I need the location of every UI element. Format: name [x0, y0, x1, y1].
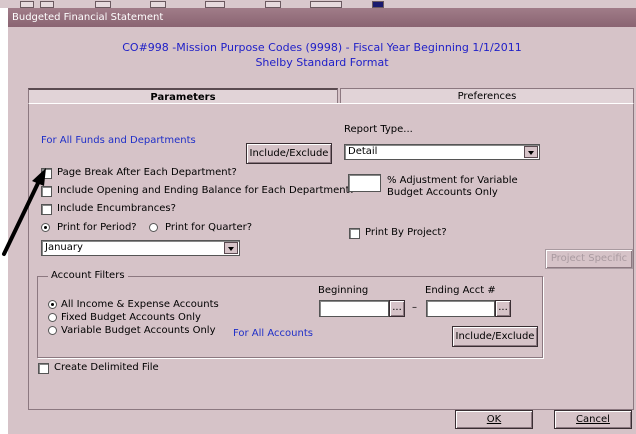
- arrow-shaft: [2, 177, 42, 256]
- annotation-arrow: [2, 168, 46, 256]
- arrow-head-icon: [32, 168, 46, 186]
